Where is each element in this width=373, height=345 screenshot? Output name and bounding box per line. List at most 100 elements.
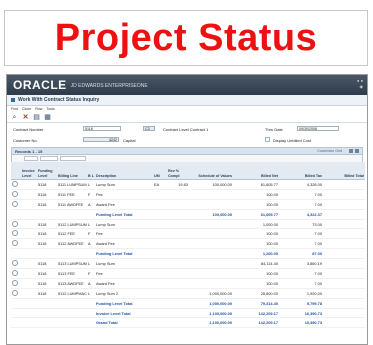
contract-number-field[interactable]: 5118 [83,126,121,131]
cell-invoice-level [21,179,37,190]
row-radio-button[interactable] [12,220,18,227]
cell-billing-line: 5113 AWDFEE [57,278,87,289]
col-bl[interactable]: B L [87,162,95,180]
grid-collapse-icon[interactable] [349,149,353,153]
cell-schedule-values [189,268,233,279]
row-radio-button[interactable] [12,200,18,207]
contract-type-field[interactable]: C3 [143,126,155,131]
row-radio-button[interactable] [12,260,18,267]
cell-um: EA [153,179,167,190]
total-row: Funding Level Total 1,000,000.00 79,314.40… [11,298,365,309]
row-radio-button[interactable] [12,230,18,237]
cell-funding-level: 5118 [37,268,57,279]
cell-schedule-values: 1,100,000.00 [189,317,233,329]
grid-expand-icon[interactable] [355,149,359,153]
menu-close[interactable]: Close [22,107,31,111]
cell-description: Fee [95,268,153,279]
grid-header-row: Invoice Level Funding Level Billing Line… [11,162,365,180]
cell-billed-tax: 87.00 [279,248,323,260]
slide-title: Project Status [54,16,318,59]
tools-icon[interactable]: ▦ [44,114,51,121]
menu-row[interactable]: Row [35,107,42,111]
col-um[interactable]: UM [153,162,167,180]
cell-invoice-level [21,298,37,309]
grid-controls [349,149,359,153]
cell-billed-tax: 3,860.19 [279,258,323,270]
col-rev-pct[interactable]: Rev % Compl [167,162,189,180]
product-name: JD EDWARDS ENTERPRISEONE [70,83,148,89]
cell-billed-net: 84,114.40 [233,258,279,270]
thru-date-label: Thru Date [265,127,283,132]
qbe-funding-level[interactable] [40,156,58,161]
row-radio-button[interactable] [12,180,18,187]
cell-description: Invoice Level Total [95,308,153,319]
row-icon[interactable]: ▤ [33,114,40,121]
table-row[interactable]: 5118 5113 AWDFEE A Award Fee 100.00 7.00 [11,278,365,289]
col-billed-net[interactable]: Billed Net [233,162,279,180]
table-row[interactable]: 5118 5112 AWDFEE A Award Fee 100.00 7.00 [11,238,365,250]
cell-rev-pct [167,228,189,240]
col-schedule-values[interactable]: Schedule of Values [189,162,233,180]
cell-bl: L [87,219,95,230]
table-row[interactable]: 5118 5113 LUMPSUM L Lump Sum 84,114.40 3,860.… [11,258,365,270]
thru-date-field[interactable]: 09/30/2008 [297,126,339,131]
row-select-cell [11,268,21,279]
cell-description: Lump Sum [95,219,153,230]
col-billed-total[interactable]: Billed Total [323,162,365,180]
cell-um [153,209,167,220]
cell-billed-net: 100.00 [233,189,279,200]
cell-billed-net: 142,209.17 [233,317,279,329]
cell-rev-pct [167,317,189,329]
row-radio-button[interactable] [12,240,18,247]
cell-bl: L [87,258,95,270]
col-description[interactable]: Description [95,162,153,180]
cell-billed-total [323,248,365,260]
cell-billed-net: 28,800.00 [233,288,279,299]
row-radio-button[interactable] [12,289,18,296]
cell-funding-level: 5118 [37,219,57,230]
cell-description: Lump Sum 2 [95,288,153,299]
cell-billing-line: 5112 AWDFEE [57,238,87,250]
customize-grid-link[interactable]: Customize Grid [317,149,342,153]
cell-billing-line: 5112 LUMPMAC [57,288,87,299]
cell-funding-level [37,317,57,329]
qbe-invoice-level[interactable] [24,156,38,161]
cell-um [153,278,167,289]
menu-find[interactable]: Find [11,107,18,111]
cell-rev-pct [167,298,189,309]
table-row[interactable]: 5118 5111 FEE F Fee 100.00 7.00 [11,189,365,200]
cell-bl [87,308,95,319]
col-invoice-level[interactable]: Invoice Level [21,162,37,180]
col-funding-level[interactable]: Funding Level [37,162,57,180]
col-billing-line[interactable]: Billing Line [57,162,87,180]
table-row[interactable]: 5118 5112 FEE F Fee 100.00 7.00 [11,228,365,240]
display-unbilled-checkbox[interactable] [265,137,270,142]
row-radio-button[interactable] [12,190,18,197]
close-icon[interactable]: ✕ [22,114,29,121]
cell-billed-total [323,199,365,210]
table-row[interactable]: 5118 5111 AWDFEE A Award Fee 100.00 7.00 [11,199,365,210]
contract-number-label: Contract Number [13,127,44,132]
cell-invoice-level [21,219,37,230]
table-row[interactable]: 5118 5112 LUMPMAC L Lump Sum 2 1,000,000.00 2… [11,288,365,299]
cell-invoice-level [21,278,37,289]
qbe-billing-line[interactable] [60,156,86,161]
cell-billed-net: 100.00 [233,199,279,210]
customer-field[interactable]: 4242 [83,137,119,142]
table-row[interactable]: 5118 5111 LUMPSUM L Lump Sum EA 19.83 100,000.… [11,179,365,190]
cell-um [153,199,167,210]
cell-um [153,317,167,329]
cell-invoice-level [21,317,37,329]
table-row[interactable]: 5118 5113 FEE F Fee 100.00 7.00 [11,268,365,279]
row-radio-button[interactable] [12,269,18,276]
row-select-cell [11,219,21,230]
menu-tools[interactable]: Tools [46,107,54,111]
row-radio-button[interactable] [12,279,18,286]
table-row[interactable]: 5118 5112 LUMPSUM L Lump Sum 1,000.00 73.00 [11,219,365,230]
find-icon[interactable]: ⌕ [11,114,18,121]
cell-billing-line [57,308,87,319]
cell-invoice-level [21,248,37,260]
header-user-area: ● ● ◉ [357,78,363,89]
col-billed-tax[interactable]: Billed Tax [279,162,323,180]
cell-bl [87,317,95,329]
